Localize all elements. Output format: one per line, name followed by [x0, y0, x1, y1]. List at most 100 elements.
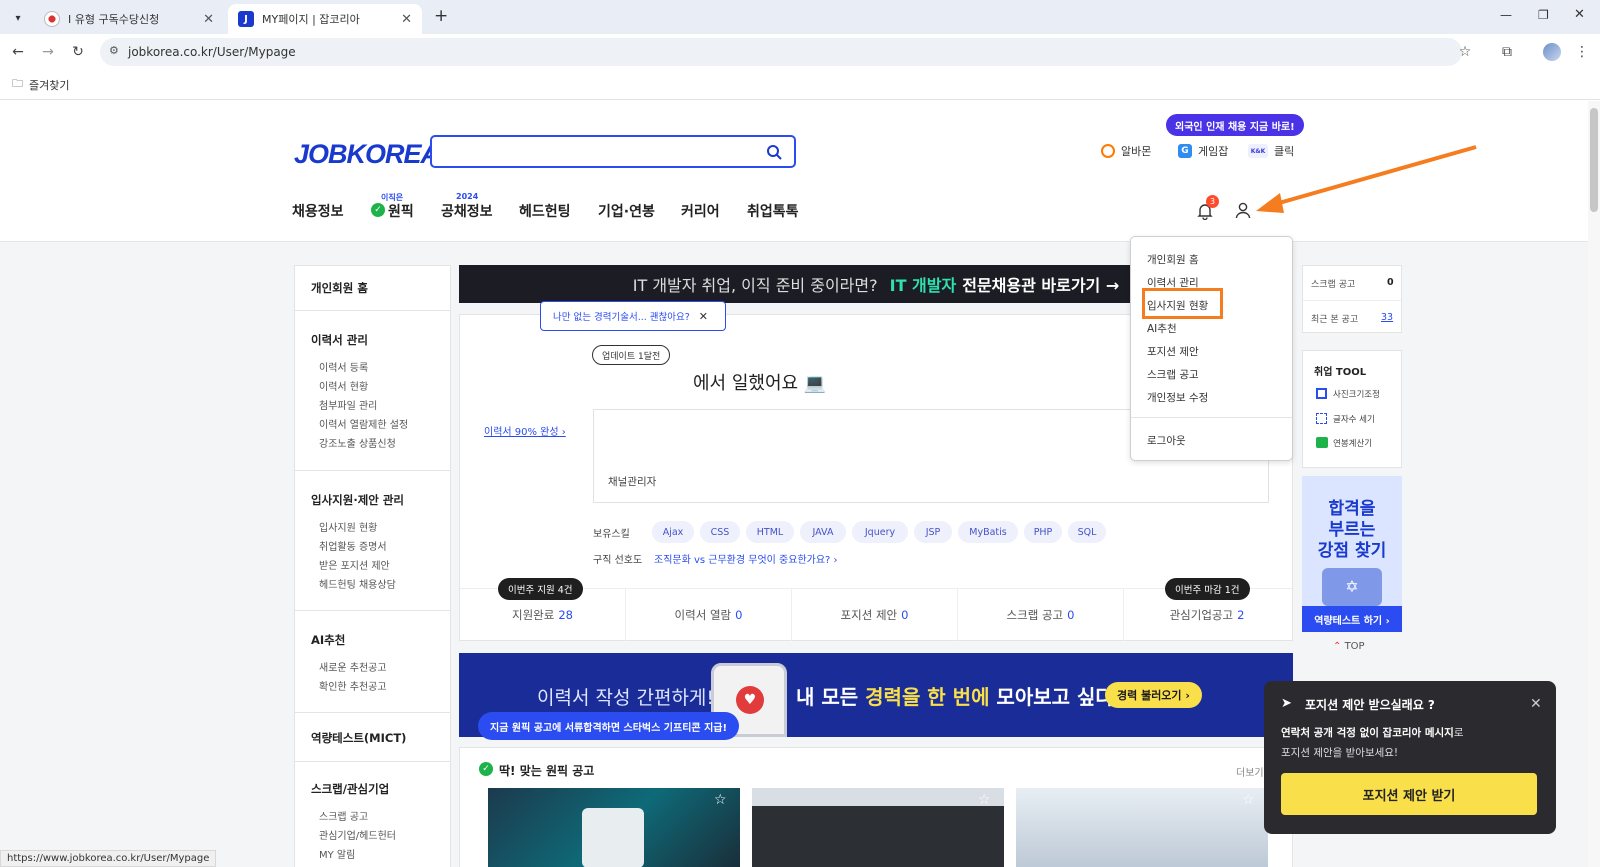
sidebar-item[interactable]: 받은 포지션 제안: [319, 557, 390, 572]
bookmark-star-icon[interactable]: ☆: [1455, 42, 1475, 62]
star-icon[interactable]: ☆: [1242, 792, 1255, 808]
sidebar-home[interactable]: 개인회원 홈: [311, 280, 368, 296]
gnb-jobs[interactable]: 채용정보: [292, 201, 344, 221]
sidebar-item[interactable]: 이력서 현황: [319, 378, 368, 393]
recent-value[interactable]: 33: [1381, 312, 1393, 323]
reload-icon[interactable]: ↻: [68, 42, 88, 62]
sidebar-section-scrap[interactable]: 스크랩/관심기업: [311, 781, 389, 797]
search-box[interactable]: [430, 135, 796, 168]
sidebar-section-mict[interactable]: 역량테스트(MICT): [311, 730, 406, 746]
menu-item[interactable]: 포지션 제안: [1147, 344, 1199, 359]
toast-title: 포지션 제안 받으실래요 ?: [1305, 698, 1435, 712]
browser-menu-icon[interactable]: ⋮: [1572, 42, 1592, 62]
extensions-icon[interactable]: ⧉: [1497, 42, 1517, 62]
sidebar-item[interactable]: 새로운 추천공고: [319, 659, 387, 674]
stat-value: 28: [558, 608, 573, 622]
stat-scrap[interactable]: 스크랩 공고 0: [958, 589, 1124, 641]
menu-item[interactable]: 스크랩 공고: [1147, 367, 1199, 382]
card-illustration-icon: ✡: [1322, 568, 1382, 606]
menu-item[interactable]: AI추천: [1147, 321, 1177, 336]
picks-more-link[interactable]: 더보기: [1236, 764, 1264, 779]
ad-cta-button[interactable]: 역량테스트 하기 ›: [1302, 606, 1402, 632]
divider: [295, 761, 450, 762]
career-import-button[interactable]: 경력 불러오기 ›: [1105, 682, 1202, 708]
gnb-headhunting[interactable]: 헤드헌팅: [519, 201, 571, 221]
gnb-public-recruit[interactable]: 공채정보: [441, 201, 493, 221]
strength-test-ad[interactable]: 합격을 부르는 강점 찾기 ✡ 역량테스트 하기 ›: [1302, 476, 1402, 632]
search-icon[interactable]: [766, 144, 782, 160]
url-field[interactable]: ⚙ jobkorea.co.kr/User/Mypage: [100, 38, 1462, 66]
restore-icon[interactable]: ❐: [1538, 8, 1549, 22]
gnb-onepick[interactable]: 원픽: [388, 201, 414, 221]
sidebar-item[interactable]: 관심기업/헤드헌터: [319, 827, 396, 842]
stat-label: 이력서 열람: [674, 608, 732, 622]
close-icon[interactable]: ✕: [699, 310, 708, 323]
sidebar-item[interactable]: 이력서 등록: [319, 359, 368, 374]
gnb-career[interactable]: 커리어: [681, 201, 720, 221]
gnb-talk[interactable]: 취업톡톡: [747, 201, 799, 221]
new-tab-button[interactable]: +: [434, 6, 448, 26]
site-info-icon[interactable]: ⚙: [109, 44, 119, 57]
job-card-image[interactable]: ☆: [488, 788, 740, 867]
sidebar-section-resume[interactable]: 이력서 관리: [311, 332, 368, 348]
window-close-icon[interactable]: ✕: [1574, 7, 1585, 22]
user-icon[interactable]: [1235, 202, 1251, 219]
job-card-image[interactable]: ☆: [1016, 788, 1268, 867]
tool-salary-calc[interactable]: 연봉계산기: [1333, 437, 1372, 449]
divider: [295, 310, 450, 311]
resume-progress-link[interactable]: 이력서 90% 완성 ›: [484, 423, 566, 438]
gnb-company-salary[interactable]: 기업·연봉: [598, 201, 655, 221]
tab-title: I 유형 구독수당신청: [68, 13, 160, 26]
partner-albamon[interactable]: 알바몬: [1101, 143, 1151, 159]
recent-label[interactable]: 최근 본 공고: [1311, 312, 1358, 325]
stat-resume-views[interactable]: 이력서 열람 0: [626, 589, 792, 641]
sidebar-section-ai[interactable]: AI추천: [311, 632, 345, 648]
sidebar-item[interactable]: 입사지원 현황: [319, 519, 377, 534]
page-scrollbar[interactable]: [1588, 101, 1600, 867]
bookmark-folder[interactable]: 즐겨찾기: [29, 77, 69, 93]
preference-link[interactable]: 조직문화 vs 근무환경 무엇이 중요한가요? ›: [654, 551, 838, 566]
search-input[interactable]: [440, 142, 750, 162]
top-button[interactable]: ⌃ TOP: [1333, 641, 1365, 652]
jobkorea-logo[interactable]: JOBKOREA: [294, 139, 440, 170]
stat-position-offers[interactable]: 포지션 제안 0: [792, 589, 958, 641]
sidebar-item[interactable]: 강조노출 상품신청: [319, 435, 396, 450]
job-card-image[interactable]: ☆: [752, 788, 1004, 867]
skill-chip: Ajax: [652, 521, 694, 543]
career-tooltip[interactable]: 나만 없는 경력기술서... 괜찮아요? ✕: [540, 301, 726, 331]
sidebar-item[interactable]: 취업활동 증명서: [319, 538, 387, 553]
skill-chip: MyBatis: [958, 521, 1018, 543]
browser-tab-active[interactable]: J MY페이지 | 잡코리아 ✕: [228, 4, 422, 34]
browser-tab[interactable]: I 유형 구독수당신청 ✕: [34, 4, 224, 34]
profile-avatar[interactable]: [1543, 43, 1561, 61]
skill-chip: PHP: [1024, 521, 1062, 543]
sidebar-item[interactable]: 헤드헌팅 채용상담: [319, 576, 396, 591]
foreign-talent-badge[interactable]: 외국인 인재 채용 지금 바로!: [1166, 114, 1304, 136]
scrap-label[interactable]: 스크랩 공고: [1311, 277, 1355, 290]
sidebar-item[interactable]: 첨부파일 관리: [319, 397, 377, 412]
close-icon[interactable]: ✕: [1530, 696, 1542, 712]
menu-item[interactable]: 개인정보 수정: [1147, 390, 1208, 405]
minimize-icon[interactable]: —: [1500, 8, 1512, 22]
partner-gamejob[interactable]: G 게임잡: [1178, 143, 1228, 159]
logout-item[interactable]: 로그아웃: [1147, 433, 1186, 448]
back-arrow-icon[interactable]: ←: [8, 42, 28, 62]
tool-char-count[interactable]: 글자수 세기: [1333, 413, 1375, 425]
scrap-value[interactable]: 0: [1387, 277, 1394, 288]
starbucks-promo-bubble[interactable]: 지금 원픽 공고에 서류합격하면 스타벅스 기프티콘 지급!: [478, 712, 740, 740]
sidebar-item[interactable]: 스크랩 공고: [319, 808, 368, 823]
close-icon[interactable]: ✕: [203, 12, 214, 27]
star-icon[interactable]: ☆: [714, 792, 727, 808]
sidebar-item[interactable]: MY 알림: [319, 846, 355, 861]
sidebar-item[interactable]: 확인한 추천공고: [319, 678, 387, 693]
close-icon[interactable]: ✕: [401, 12, 412, 27]
scrollbar-thumb[interactable]: [1590, 108, 1598, 212]
sidebar-section-apply[interactable]: 입사지원·제안 관리: [311, 492, 404, 508]
tab-list-button[interactable]: ▾: [8, 8, 28, 28]
menu-item[interactable]: 개인회원 홈: [1147, 252, 1199, 267]
star-icon[interactable]: ☆: [978, 792, 991, 808]
receive-offer-button[interactable]: 포지션 제안 받기: [1281, 773, 1537, 815]
forward-arrow-icon[interactable]: →: [38, 42, 58, 62]
tool-photo-resize[interactable]: 사진크기조정: [1333, 388, 1380, 400]
sidebar-item[interactable]: 이력서 열람제한 설정: [319, 416, 408, 431]
